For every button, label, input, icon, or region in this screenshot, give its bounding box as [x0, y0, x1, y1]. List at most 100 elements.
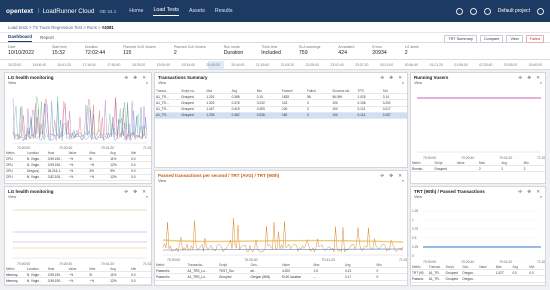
- tab-dashboard[interactable]: Dashboard: [8, 34, 32, 42]
- table-cell: 2: [500, 165, 523, 173]
- search-icon[interactable]: ⌕: [540, 81, 542, 88]
- table-cell: 0.17: [344, 273, 376, 281]
- panel-title: LG health monitoring: [8, 188, 54, 194]
- table-cell: ~%: [67, 174, 89, 181]
- x-tick-label: 70:41:20: [322, 258, 335, 262]
- x-tick-label: 70:20:40: [244, 258, 257, 262]
- tab-report[interactable]: Report: [40, 35, 54, 42]
- view-dropdown[interactable]: View: [158, 81, 166, 88]
- panel-actions-icon[interactable]: ✣ ✥ ✕: [124, 189, 148, 194]
- notifications-icon[interactable]: [483, 7, 491, 15]
- table-cell: [494, 275, 512, 283]
- table-row[interactable]: Passed.. A1_TR.. Grouped Oregon..: [411, 275, 545, 283]
- summary-value: 20934: [372, 49, 387, 56]
- table-cell: Ev20 location: [281, 273, 313, 281]
- summary-item: Run mode Duration: [222, 43, 246, 59]
- breadcrumb-runs[interactable]: Runs: [87, 25, 97, 30]
- table-row[interactable]: A1_TR... Grouped 1.205 0.462 0.036 150 0 100 0.1…: [155, 112, 407, 119]
- panel-actions-icon[interactable]: ✣ ✥ ✕: [518, 189, 542, 194]
- panel-actions-icon[interactable]: ✣ ✥ ✕: [380, 173, 404, 178]
- table-cell: CPU: [5, 174, 26, 181]
- table-row[interactable]: Passed tr.. A1_TRS_Lo.. Grouped Oregon (WW)…: [155, 273, 407, 281]
- search-icon[interactable]: ⌕: [402, 179, 404, 186]
- timeline-strip[interactable]: 15:32:00 16:06:40 16:41:20 17:16:00 17:50:40…: [0, 60, 550, 70]
- x-tick-label: 70:41:20: [101, 262, 114, 266]
- view-button[interactable]: View: [506, 34, 523, 43]
- cpu-chart: 70:00:00 70:20:40 70:41:20 71:02:00: [5, 88, 151, 150]
- nav-results[interactable]: Results: [215, 8, 233, 14]
- timeline-tick: 03:05:20: [504, 63, 518, 67]
- table-cell: Grouped: [433, 165, 456, 173]
- help-icon[interactable]: [469, 7, 477, 15]
- series-passed: [162, 218, 404, 253]
- y-tick-label: 0.25: [412, 245, 418, 249]
- table-cell: Oregon..: [461, 275, 478, 283]
- search-icon[interactable]: ⌕: [146, 195, 148, 202]
- top-bar: opentext | LoadRunner Cloud OE 24.1 Home…: [0, 0, 550, 22]
- timeline-tick: 23:02:40: [330, 63, 344, 67]
- compare-button[interactable]: Compare: [479, 34, 504, 43]
- breadcrumb: Load tests > TS Tuum Regression Test > R…: [0, 22, 550, 33]
- opentext-logo: opentext: [6, 7, 34, 15]
- project-selector[interactable]: Default project: [498, 8, 530, 14]
- search-icon[interactable]: [455, 7, 463, 15]
- trt-summary-button[interactable]: TRT Summary: [444, 34, 477, 43]
- panel-actions-icon[interactable]: ✣ ✥ ✕: [518, 75, 542, 80]
- view-dropdown[interactable]: View: [8, 195, 16, 202]
- table-cell: 12%: [109, 174, 131, 181]
- view-dropdown[interactable]: View: [414, 195, 422, 202]
- summary-label: Run mode: [223, 44, 240, 49]
- view-dropdown[interactable]: View: [158, 179, 166, 186]
- nav-assets[interactable]: Assets: [189, 8, 205, 14]
- passed-transactions-panel: Passed transactions per second / TRT (AV…: [154, 170, 408, 286]
- nav-load-tests[interactable]: Load Tests: [153, 7, 179, 16]
- trt-table: Metric Transac.. Script Geo.. Value Max Avg Min…: [411, 264, 545, 283]
- summary-value: 115: [123, 49, 132, 56]
- panel-actions-icon[interactable]: ✣ ✥ ✕: [380, 75, 404, 80]
- user-avatar-icon[interactable]: [537, 7, 544, 15]
- timeline-labels: 15:32:00 16:06:40 16:41:20 17:16:00 17:50:40…: [0, 63, 550, 67]
- table-cell: 0.157: [381, 112, 407, 119]
- table-cell: 2: [477, 165, 501, 173]
- y-tick-label: 0.75: [412, 227, 418, 231]
- table-cell: --: [312, 273, 344, 281]
- y-tick-label: 0.5: [412, 236, 417, 240]
- table-cell: 100: [331, 112, 357, 119]
- timeline-tick: 00:12:00: [380, 63, 394, 67]
- table-cell: 0.0: [130, 277, 151, 285]
- breadcrumb-test[interactable]: TS Tuum Regression Test: [33, 25, 82, 30]
- search-icon[interactable]: ⌕: [402, 81, 404, 88]
- breadcrumb-load-tests[interactable]: Load tests: [8, 25, 28, 30]
- panel-actions-icon[interactable]: ✣ ✥ ✕: [124, 75, 148, 80]
- panel-title: Transactions Summary: [158, 74, 208, 80]
- lg1-table: Metric Location Host Value Max Avg Min CPU N. Vi…: [5, 150, 151, 181]
- table-cell: Runnin..: [411, 165, 434, 173]
- x-tick-label: 70:00:00: [17, 262, 30, 266]
- timeline-tick: 18:25:20: [132, 63, 146, 67]
- table-row[interactable]: Memory.. N. Virgin.. 3.95.190.. ~% ~% 12% 0.0: [5, 277, 151, 285]
- running-table: Metric Script Value Max Avg Min Runnin.. Groupe…: [411, 160, 545, 173]
- running-vusers-chart: 70:00:00 70:20:40 70:41:20 71:02:00: [411, 88, 545, 160]
- summary-label: Think time: [261, 44, 278, 49]
- summary-label: LG alerts: [404, 44, 419, 49]
- running-vusers-panel: Running Vusers ✣ ✥ ✕ View ⌕ 70:00:00 70:20:…: [410, 72, 546, 184]
- x-tick-label: 70:41:20: [101, 146, 114, 150]
- table-row[interactable]: Runnin.. Grouped 2 2 2: [411, 165, 545, 173]
- transactions-summary-panel: Transactions Summary ✣ ✥ ✕ View ⌕ Transa..…: [154, 72, 408, 168]
- table-cell: N. Virgin..: [25, 174, 47, 181]
- lg-health-panel-cpu: LG health monitoring ✣ ✥ ✕ View ⌕ 70:00:00…: [4, 72, 152, 184]
- nav-home[interactable]: Home: [129, 8, 143, 14]
- view-dropdown[interactable]: View: [8, 81, 16, 88]
- summary-value: 72:02:44: [84, 49, 106, 56]
- timeline-tick: 01:56:00: [454, 63, 468, 67]
- view-dropdown[interactable]: View: [414, 81, 422, 88]
- table-cell: 0.0: [130, 174, 151, 181]
- table-cell: Grouped: [218, 273, 250, 281]
- search-icon[interactable]: ⌕: [540, 195, 542, 202]
- table-row[interactable]: CPU N. Virgin.. 3.82.105.. ~% ~% 12% 0.0: [5, 174, 151, 181]
- failed-status-button[interactable]: Failed: [525, 34, 544, 43]
- search-icon[interactable]: ⌕: [146, 81, 148, 88]
- product-name: LoadRunner Cloud: [42, 7, 95, 15]
- table-cell: [528, 275, 545, 283]
- x-tick-label: 70:41:20: [499, 156, 512, 160]
